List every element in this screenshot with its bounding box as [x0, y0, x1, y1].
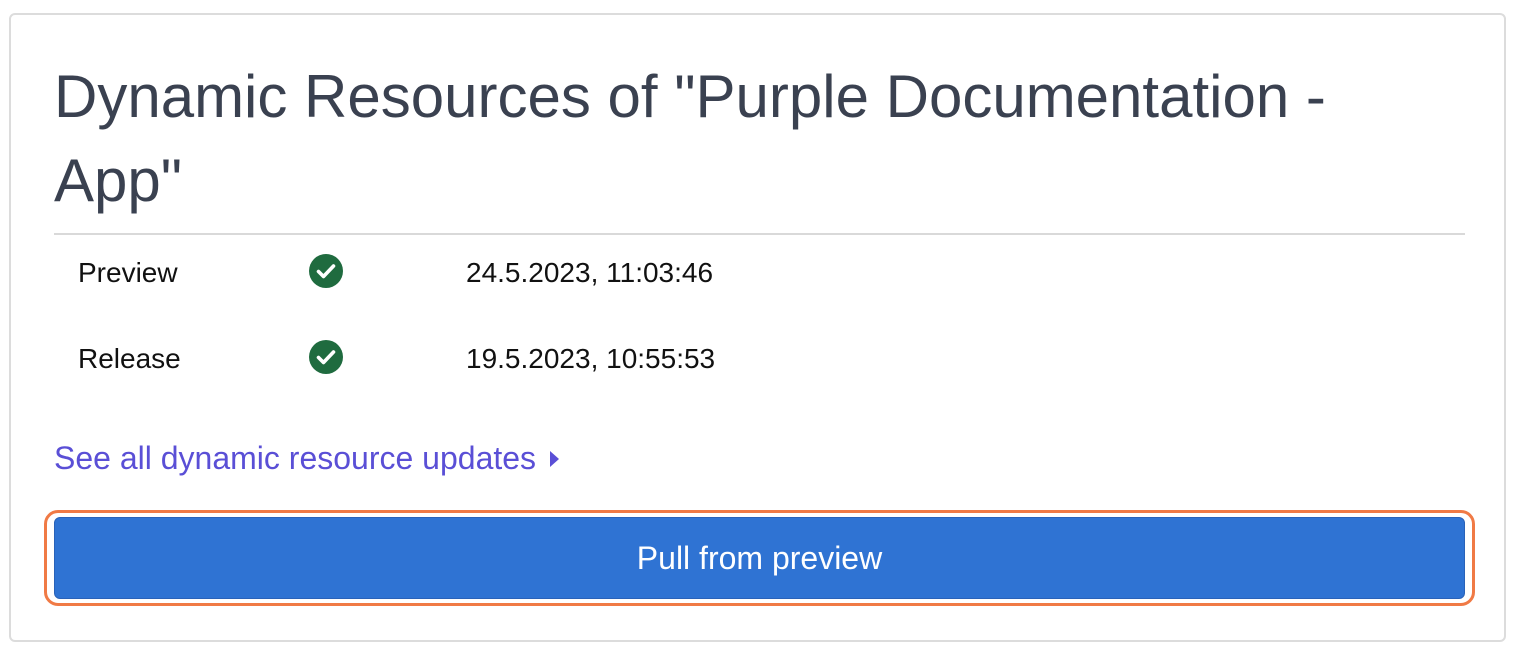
divider	[54, 233, 1465, 235]
resource-timestamp: 24.5.2023, 11:03:46	[466, 257, 714, 288]
resource-timestamp: 19.5.2023, 10:55:53	[466, 343, 716, 374]
see-all-updates-link[interactable]: See all dynamic resource updates	[54, 438, 560, 478]
pull-from-preview-button[interactable]: Pull from preview	[54, 517, 1465, 599]
resource-row-release: Release 19.5.2023, 10:55:53	[54, 329, 1465, 389]
card-title: Dynamic Resources of "Purple Documentati…	[54, 63, 1326, 214]
resource-label: Release	[78, 343, 181, 374]
check-circle-icon	[309, 254, 343, 288]
check-circle-icon	[309, 340, 343, 374]
resource-label: Preview	[78, 257, 178, 288]
caret-right-icon	[550, 450, 560, 467]
resource-row-preview: Preview 24.5.2023, 11:03:46	[54, 243, 1465, 303]
see-all-updates-label: See all dynamic resource updates	[54, 440, 537, 476]
dynamic-resources-card: Dynamic Resources of "Purple Documentati…	[9, 13, 1506, 642]
